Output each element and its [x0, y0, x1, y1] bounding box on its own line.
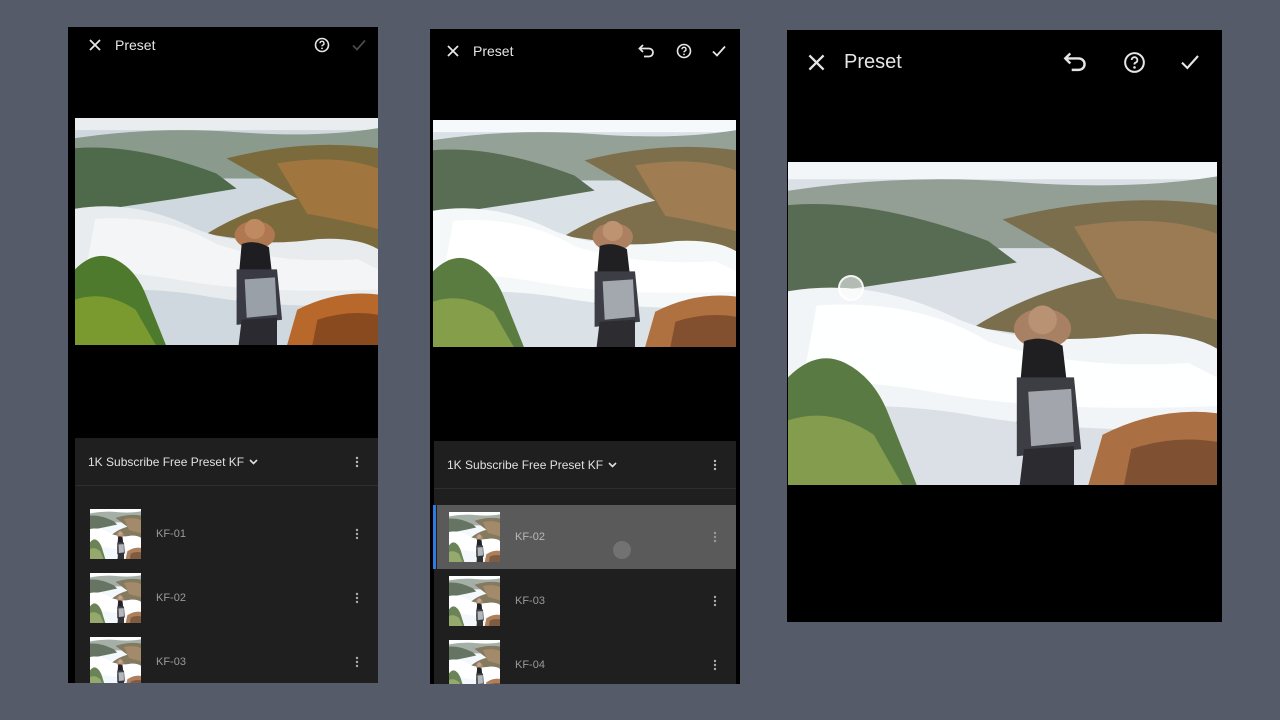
- preset-label: KF-02: [156, 592, 186, 604]
- chevron-down-icon: [249, 458, 258, 465]
- page-title: Preset: [473, 42, 514, 59]
- undo-icon: [638, 43, 654, 57]
- help-button[interactable]: [1123, 51, 1146, 74]
- checkmark-icon: [352, 39, 366, 51]
- preset-item[interactable]: KF-03: [75, 630, 378, 683]
- phone-screen-2: Preset 1K Subscribe Free Preset KF KF-02…: [430, 29, 740, 684]
- preset-item[interactable]: KF-04: [434, 633, 736, 684]
- undo-button[interactable]: [638, 43, 656, 58]
- touch-indicator: [613, 541, 631, 559]
- top-bar: Preset: [787, 30, 1222, 94]
- help-circle-icon: [314, 37, 330, 53]
- help-circle-icon: [1124, 51, 1145, 73]
- top-bar: Preset: [68, 27, 378, 63]
- page-title: Preset: [844, 50, 902, 73]
- preset-item[interactable]: KF-02: [75, 566, 378, 630]
- more-vertical-icon: [355, 528, 359, 540]
- photo-preview: [433, 120, 736, 347]
- touch-indicator: [838, 275, 864, 301]
- preset-item-selected[interactable]: KF-02: [433, 505, 736, 569]
- undo-button[interactable]: [1063, 52, 1089, 72]
- preset-label: KF-02: [515, 531, 545, 543]
- more-vertical-icon: [713, 659, 717, 671]
- more-vertical-icon: [355, 656, 359, 668]
- top-actions: [638, 43, 726, 59]
- group-more-button[interactable]: [350, 452, 364, 472]
- preset-more-button[interactable]: [350, 652, 364, 672]
- preset-thumbnail: [90, 637, 141, 683]
- phone-screen-1: Preset 1K Subscribe Free Preset KF KF-01…: [68, 27, 378, 683]
- close-button[interactable]: [86, 39, 104, 51]
- top-actions: [1063, 51, 1200, 74]
- help-button[interactable]: [314, 37, 330, 53]
- more-vertical-icon: [713, 459, 717, 470]
- preset-list: KF-01 KF-02 KF-03: [75, 486, 378, 683]
- close-button[interactable]: [804, 54, 828, 71]
- preset-more-button[interactable]: [708, 591, 722, 611]
- preset-thumbnail: [449, 640, 500, 684]
- close-button[interactable]: [444, 44, 462, 57]
- more-vertical-icon: [355, 456, 359, 467]
- preset-item[interactable]: KF-01: [75, 502, 378, 566]
- preset-group-header: 1K Subscribe Free Preset KF: [75, 438, 378, 486]
- preset-label: KF-01: [156, 528, 186, 540]
- landscape-photo: [75, 118, 378, 345]
- preset-item[interactable]: KF-03: [434, 569, 736, 633]
- close-icon: [447, 44, 459, 57]
- preset-more-button[interactable]: [708, 655, 722, 675]
- group-more-button[interactable]: [708, 455, 722, 475]
- top-bar: Preset: [430, 29, 740, 72]
- undo-icon: [1063, 52, 1086, 72]
- preset-thumbnail: [449, 512, 500, 562]
- preset-group-label: 1K Subscribe Free Preset KF: [88, 454, 245, 469]
- help-button[interactable]: [676, 43, 692, 59]
- preset-thumbnail: [449, 576, 500, 626]
- landscape-photo: [433, 120, 736, 347]
- more-vertical-icon: [713, 531, 717, 543]
- preset-more-button[interactable]: [708, 527, 722, 547]
- preset-thumbnail: [90, 573, 141, 623]
- help-circle-icon: [676, 43, 692, 58]
- page-title: Preset: [115, 37, 156, 53]
- preset-group-dropdown[interactable]: 1K Subscribe Free Preset KF: [447, 458, 617, 472]
- preset-group-header: 1K Subscribe Free Preset KF: [434, 441, 736, 489]
- phone-screen-3: Preset: [787, 30, 1222, 622]
- checkmark-icon: [1181, 55, 1199, 70]
- checkmark-icon: [712, 45, 726, 57]
- preset-panel: 1K Subscribe Free Preset KF KF-01 KF-02 …: [75, 438, 378, 683]
- more-vertical-icon: [713, 595, 717, 607]
- photo-preview: [75, 118, 378, 345]
- preset-more-button[interactable]: [350, 524, 364, 544]
- confirm-button[interactable]: [352, 39, 366, 51]
- preset-thumbnail: [90, 509, 141, 559]
- preset-label: KF-03: [515, 595, 545, 607]
- photo-preview: [788, 162, 1217, 485]
- preset-panel: 1K Subscribe Free Preset KF KF-02 KF-03: [433, 441, 736, 684]
- chevron-down-icon: [608, 461, 617, 468]
- preset-group-label: 1K Subscribe Free Preset KF: [447, 457, 604, 472]
- top-actions: [314, 37, 366, 53]
- confirm-button[interactable]: [1180, 54, 1200, 70]
- confirm-button[interactable]: [712, 45, 726, 57]
- preset-more-button[interactable]: [350, 588, 364, 608]
- close-icon: [89, 39, 101, 51]
- preset-label: KF-04: [515, 659, 545, 671]
- landscape-photo: [788, 162, 1217, 485]
- preset-group-dropdown[interactable]: 1K Subscribe Free Preset KF: [88, 455, 258, 469]
- more-vertical-icon: [355, 592, 359, 604]
- preset-label: KF-03: [156, 656, 186, 668]
- preset-list: KF-02 KF-03 KF-04: [433, 489, 736, 684]
- close-icon: [808, 54, 824, 70]
